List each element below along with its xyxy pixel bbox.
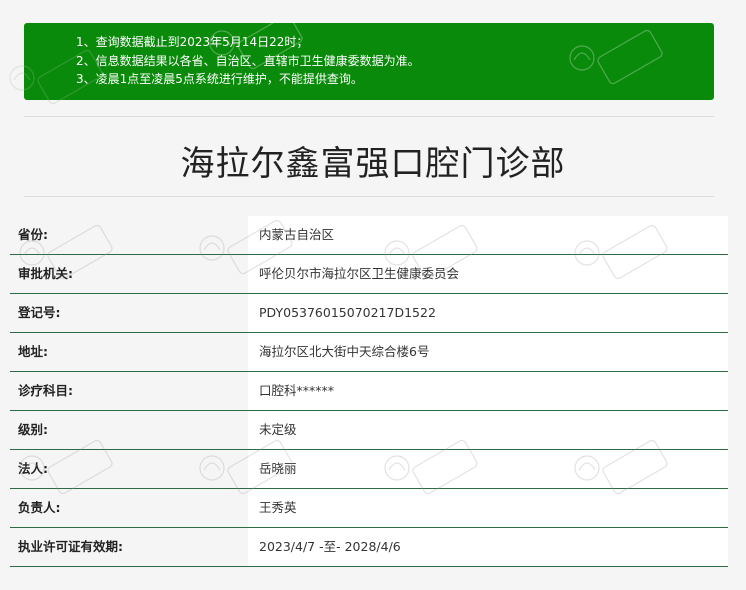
row-value: 王秀英	[248, 489, 728, 527]
row-value: 2023/4/7 -至- 2028/4/6	[248, 528, 728, 566]
row-label: 法人:	[10, 450, 248, 488]
table-row: 法人: 岳晓丽	[10, 450, 728, 489]
divider-title	[24, 196, 714, 197]
row-value: PDY05376015070217D1522	[248, 294, 728, 332]
row-value: 海拉尔区北大街中天综合楼6号	[248, 333, 728, 371]
table-row: 执业许可证有效期: 2023/4/7 -至- 2028/4/6	[10, 528, 728, 567]
table-row: 诊疗科目: 口腔科******	[10, 372, 728, 411]
table-row: 省份: 内蒙古自治区	[10, 216, 728, 255]
row-label: 执业许可证有效期:	[10, 528, 248, 566]
row-label: 地址:	[10, 333, 248, 371]
notice-line-2: 2、信息数据结果以各省、自治区、直辖市卫生健康委数据为准。	[76, 53, 420, 68]
row-label: 诊疗科目:	[10, 372, 248, 410]
row-value: 口腔科******	[248, 372, 728, 410]
row-label: 审批机关:	[10, 255, 248, 293]
row-value: 内蒙古自治区	[248, 216, 728, 254]
row-value: 岳晓丽	[248, 450, 728, 488]
table-row: 审批机关: 呼伦贝尔市海拉尔区卫生健康委员会	[10, 255, 728, 294]
notice-banner: 1、查询数据截止到2023年5月14日22时； 2、信息数据结果以各省、自治区、…	[24, 23, 714, 100]
row-value: 呼伦贝尔市海拉尔区卫生健康委员会	[248, 255, 728, 293]
table-row: 地址: 海拉尔区北大街中天综合楼6号	[10, 333, 728, 372]
table-row: 级别: 未定级	[10, 411, 728, 450]
page-title: 海拉尔鑫富强口腔门诊部	[180, 144, 566, 184]
notice-line-3: 3、凌晨1点至凌晨5点系统进行维护，不能提供查询。	[76, 72, 363, 86]
page: 1、查询数据截止到2023年5月14日22时； 2、信息数据结果以各省、自治区、…	[0, 0, 746, 590]
row-label: 省份:	[10, 216, 248, 254]
row-label: 级别:	[10, 411, 248, 449]
info-table: 省份: 内蒙古自治区 审批机关: 呼伦贝尔市海拉尔区卫生健康委员会 登记号: P…	[10, 216, 728, 567]
table-row: 登记号: PDY05376015070217D1522	[10, 294, 728, 333]
row-label: 登记号:	[10, 294, 248, 332]
row-label: 负责人:	[10, 489, 248, 527]
notice-line-1: 1、查询数据截止到2023年5月14日22时；	[76, 35, 309, 49]
table-row: 负责人: 王秀英	[10, 489, 728, 528]
divider-top	[24, 116, 714, 117]
row-value: 未定级	[248, 411, 728, 449]
